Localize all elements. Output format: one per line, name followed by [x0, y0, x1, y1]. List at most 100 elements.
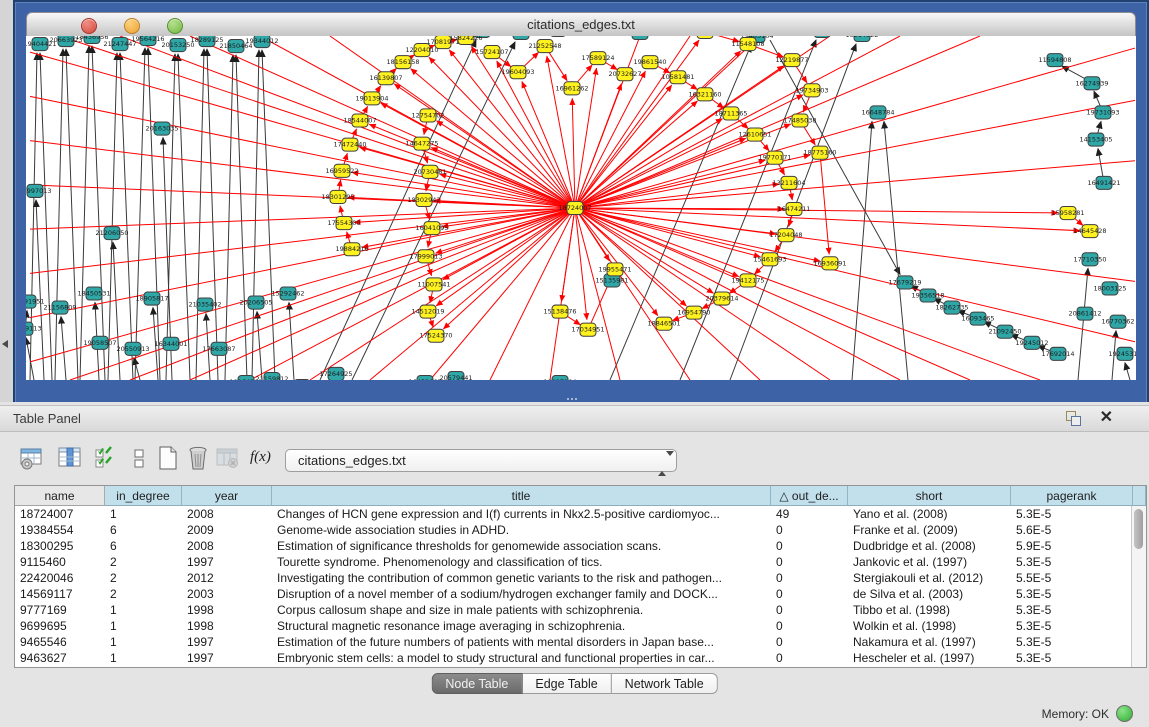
- cell: Hescheler et al. (1997): [848, 650, 1011, 666]
- red-edge: [30, 208, 575, 229]
- node-label: 13211604: [773, 179, 806, 187]
- cell: 0: [771, 522, 848, 538]
- table-row[interactable]: 946362711997Embryonic stem cells: a mode…: [15, 650, 1131, 666]
- cell: 5.3E-5: [1011, 618, 1131, 634]
- tab-node-table[interactable]: Node Table: [431, 673, 522, 694]
- node-label: 19412175: [732, 276, 765, 284]
- network-node[interactable]: [814, 36, 830, 38]
- table-selector-dropdown[interactable]: citations_edges.txt: [285, 449, 677, 472]
- node-label: 21252548: [529, 42, 562, 50]
- delete-column-icon[interactable]: [184, 444, 214, 474]
- node-label: 11007541: [418, 280, 451, 288]
- node-label: 19564216: [132, 36, 165, 43]
- black-edge: [225, 55, 233, 380]
- table-row[interactable]: 977716911998Corpus callosum shape and si…: [15, 602, 1131, 618]
- table-row[interactable]: 911546021997Tourette syndrome. Phenomeno…: [15, 554, 1131, 570]
- cell: 1997: [182, 634, 272, 650]
- cell: Structural magnetic resonance image aver…: [272, 618, 771, 634]
- network-node[interactable]: [697, 36, 713, 39]
- node-label: 14512019: [412, 308, 445, 316]
- close-icon[interactable]: ✕: [1100, 409, 1113, 427]
- network-window-titlebar[interactable]: citations_edges.txt: [26, 12, 1136, 38]
- node-label: 18846501: [648, 320, 681, 328]
- black-edge: [852, 121, 872, 380]
- tab-edge-table[interactable]: Edge Table: [522, 673, 611, 694]
- function-builder-icon[interactable]: f(x): [250, 449, 280, 479]
- cell: 1: [105, 602, 182, 618]
- red-edge: [575, 84, 621, 208]
- column-header-name[interactable]: name: [15, 486, 105, 506]
- cell: Tibbo et al. (1998): [848, 602, 1011, 618]
- table-row[interactable]: 969969511998Structural magnetic resonanc…: [15, 618, 1131, 634]
- table-row[interactable]: 2242004622012Investigating the contribut…: [15, 570, 1131, 586]
- panel-collapse-arrow[interactable]: [2, 340, 8, 348]
- scrollbar-thumb[interactable]: [1134, 509, 1143, 549]
- new-column-icon[interactable]: [154, 444, 184, 474]
- network-svg[interactable]: 1940442120663923184369562124744719564216…: [26, 36, 1136, 380]
- node-label: 19770171: [759, 154, 792, 162]
- red-edge: [190, 36, 575, 208]
- node-label: 19731093: [1087, 108, 1120, 116]
- show-columns-icon[interactable]: [56, 444, 86, 474]
- node-label: 17589124: [582, 54, 615, 62]
- column-header-year[interactable]: year: [182, 486, 272, 506]
- node-label: 21156809: [44, 304, 77, 312]
- node-label: 14153405: [1080, 136, 1113, 144]
- column-header-in_degree[interactable]: in_degree: [105, 486, 182, 506]
- node-label: 17999013: [410, 252, 443, 260]
- node-label: 17710350: [1074, 255, 1107, 263]
- node-label: 14647275: [406, 140, 439, 148]
- table-row[interactable]: 946554611997Estimation of the future num…: [15, 634, 1131, 650]
- float-panel-icon[interactable]: [1066, 411, 1081, 426]
- red-edge: [130, 208, 575, 380]
- cell: Franke et al. (2009): [848, 522, 1011, 538]
- node-label: 20206505: [240, 299, 273, 307]
- cell: 2012: [182, 570, 272, 586]
- node-label: 12219877: [776, 56, 809, 64]
- red-edge: [575, 208, 1058, 213]
- cell: 14569117: [15, 586, 105, 602]
- node-label: 18905817: [136, 295, 169, 303]
- column-header-out_de[interactable]: △ out_de...: [771, 486, 848, 506]
- black-edge: [320, 40, 476, 380]
- black-edge: [1125, 363, 1130, 380]
- node-label: 20359524: [624, 36, 657, 37]
- column-header-pagerank[interactable]: pagerank: [1011, 486, 1133, 506]
- delete-table-icon[interactable]: [214, 444, 244, 474]
- checkbox-list-icon[interactable]: [126, 444, 156, 474]
- column-header-short[interactable]: short: [848, 486, 1011, 506]
- row-checks-icon[interactable]: [92, 444, 122, 474]
- black-edge: [66, 49, 78, 380]
- tab-network-table[interactable]: Network Table: [612, 673, 718, 694]
- table-mode-icon[interactable]: [18, 444, 48, 474]
- node-label: 17997013: [26, 187, 51, 195]
- network-node[interactable]: [550, 36, 566, 37]
- cell: 9777169: [15, 602, 105, 618]
- node-label: 16959522: [326, 167, 359, 175]
- node-label: 16954790: [678, 309, 711, 317]
- node-label: 11548108: [732, 40, 765, 48]
- table-row[interactable]: 1830029562008Estimation of significance …: [15, 538, 1131, 554]
- table-row[interactable]: 1872400712008Changes of HCN gene express…: [15, 506, 1131, 522]
- black-edge: [1078, 268, 1088, 380]
- cell: Estimation of significance thresholds fo…: [272, 538, 771, 554]
- node-label: 19955471: [599, 265, 632, 273]
- cell: 0: [771, 538, 848, 554]
- black-edge: [26, 311, 27, 380]
- column-header-title[interactable]: title: [272, 486, 771, 506]
- node-label: 18214522: [846, 36, 879, 39]
- network-node[interactable]: [294, 379, 310, 380]
- vertical-scrollbar[interactable]: [1131, 506, 1146, 667]
- node-label: 20579441: [440, 374, 473, 380]
- node-label: 10581481: [662, 73, 695, 81]
- red-edge: [572, 98, 575, 208]
- network-canvas[interactable]: 1940442120663923184369562124744719564216…: [26, 36, 1136, 380]
- cell: 9115460: [15, 554, 105, 570]
- memory-status-indicator[interactable]: [1116, 705, 1133, 722]
- node-label: 19245310: [1109, 350, 1136, 358]
- cell: Corpus callosum shape and size in male p…: [272, 602, 771, 618]
- black-edge: [262, 50, 275, 380]
- table-row[interactable]: 1456911722003Disruption of a novel membe…: [15, 586, 1131, 602]
- node-label: 17663087: [203, 345, 236, 353]
- table-row[interactable]: 1938455462009Genome-wide association stu…: [15, 522, 1131, 538]
